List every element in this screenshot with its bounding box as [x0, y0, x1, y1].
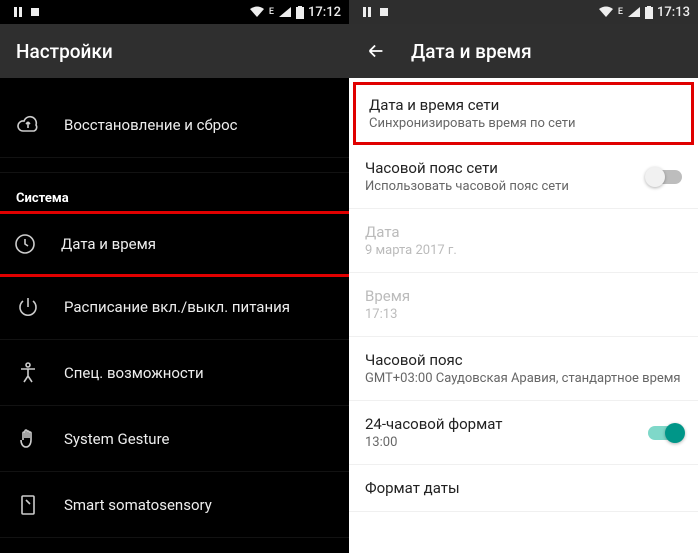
- setting-title: Время: [365, 287, 682, 305]
- setting-title: Часовой пояс сети: [365, 159, 682, 177]
- signal-icon: [627, 6, 641, 18]
- setting-network-timezone[interactable]: Часовой пояс сети Использовать часовой п…: [349, 145, 698, 209]
- status-bar: E 17:12: [0, 0, 349, 24]
- clock-icon: [13, 232, 37, 256]
- settings-item-accessibility[interactable]: Спец. возможности: [0, 340, 349, 406]
- app-bar: Настройки: [0, 24, 349, 78]
- hand-icon: [16, 427, 40, 451]
- divider: [0, 78, 349, 92]
- settings-item-label: Спец. возможности: [64, 364, 204, 382]
- settings-item-backup-reset[interactable]: Восстановление и сброс: [0, 92, 349, 158]
- accessibility-icon: [16, 361, 40, 385]
- date-time-screen: E 17:13 Дата и время Дата и время сети С…: [349, 0, 698, 553]
- settings-item-smart-somatosensory[interactable]: Smart somatosensory: [0, 472, 349, 538]
- settings-item-label: System Gesture: [64, 430, 169, 448]
- toggle-network-timezone[interactable]: [648, 170, 682, 184]
- status-bar: E 17:13: [349, 0, 698, 24]
- settings-item-label: Восстановление и сброс: [64, 116, 237, 134]
- setting-timezone[interactable]: Часовой пояс GMT+03:00 Саудовская Аравия…: [349, 337, 698, 401]
- settings-screen: E 17:12 Настройки Восстановление и сброс…: [0, 0, 349, 553]
- page-title: Настройки: [16, 40, 113, 63]
- toggle-24h-format[interactable]: [648, 426, 682, 440]
- setting-subtitle: 17:13: [365, 307, 682, 322]
- signal-icon: [278, 6, 292, 18]
- page-title: Дата и время: [411, 40, 532, 63]
- stop-icon: [30, 7, 40, 17]
- wifi-icon: [249, 6, 265, 18]
- setting-subtitle: 9 марта 2017 г.: [365, 243, 682, 258]
- setting-time: Время 17:13: [349, 273, 698, 337]
- battery-icon: [645, 6, 653, 19]
- setting-24h-format[interactable]: 24-часовой формат 13:00: [349, 401, 698, 465]
- divider: [0, 158, 349, 172]
- setting-title: Формат даты: [365, 479, 682, 497]
- app-bar: Дата и время: [349, 24, 698, 78]
- network-type-label: E: [269, 7, 274, 17]
- stop-icon: [379, 7, 389, 17]
- setting-title: Дата и время сети: [369, 96, 678, 114]
- setting-title: Часовой пояс: [365, 351, 682, 369]
- setting-title: 24-часовой формат: [365, 415, 682, 433]
- settings-item-label: Расписание вкл./выкл. питания: [64, 298, 290, 316]
- battery-icon: [296, 6, 304, 19]
- setting-network-time[interactable]: Дата и время сети Синхронизировать время…: [353, 82, 694, 145]
- settings-item-label: Дата и время: [61, 235, 156, 253]
- settings-item-power-schedule[interactable]: Расписание вкл./выкл. питания: [0, 274, 349, 340]
- section-header-system: Система: [0, 172, 349, 214]
- setting-title: Дата: [365, 223, 682, 241]
- wifi-icon: [598, 6, 614, 18]
- pause-icon: [361, 6, 373, 18]
- setting-date-format[interactable]: Формат даты: [349, 465, 698, 512]
- device-icon: [16, 493, 40, 517]
- pause-icon: [12, 6, 24, 18]
- setting-subtitle: 13:00: [365, 435, 682, 450]
- settings-item-system-gesture[interactable]: System Gesture: [0, 406, 349, 472]
- power-icon: [16, 295, 40, 319]
- settings-item-date-time[interactable]: Дата и время: [0, 211, 349, 277]
- back-icon[interactable]: [365, 40, 387, 62]
- settings-item-label: Smart somatosensory: [64, 496, 212, 514]
- setting-date: Дата 9 марта 2017 г.: [349, 209, 698, 273]
- clock-label: 17:12: [308, 5, 341, 20]
- cloud-upload-icon: [16, 113, 40, 137]
- setting-subtitle: Использовать часовой пояс сети: [365, 179, 682, 194]
- setting-subtitle: Синхронизировать время по сети: [369, 116, 678, 131]
- network-type-label: E: [618, 7, 623, 17]
- clock-label: 17:13: [657, 5, 690, 20]
- setting-subtitle: GMT+03:00 Саудовская Аравия, стандартное…: [365, 371, 682, 386]
